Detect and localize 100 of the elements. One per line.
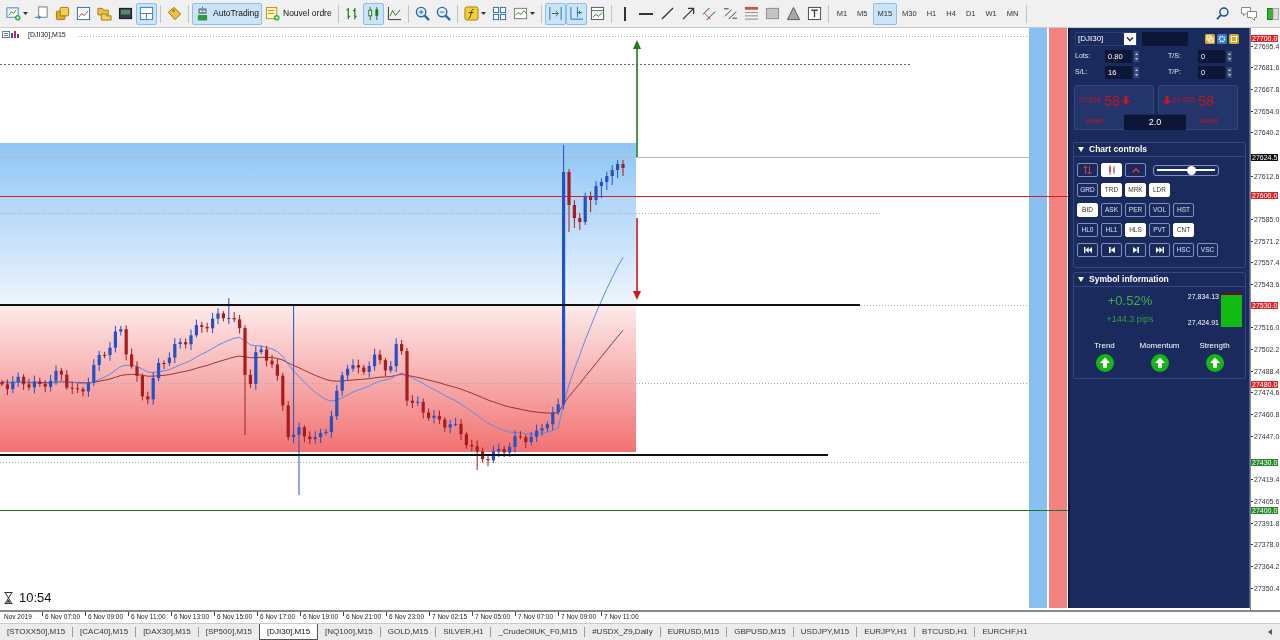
spinner-icon[interactable] [1134,51,1139,62]
channel-icon[interactable] [701,6,717,21]
gear-icon[interactable] [1217,34,1227,44]
trend-line-icon[interactable] [660,7,674,20]
line-chart-icon[interactable] [386,6,402,21]
chart-tab[interactable]: [NQ100],M15 [318,624,380,640]
chevron-button[interactable] [1125,163,1146,177]
arrow-down-icon [1163,96,1171,105]
window-chart-icon[interactable] [589,6,605,21]
section-header[interactable]: Symbol information [1074,273,1245,287]
bar-chart-icon [11,31,19,38]
rectangle-icon[interactable] [764,6,780,21]
step-forward-button[interactable] [1125,243,1146,257]
arrows-button[interactable] [1077,163,1098,177]
skip-back-icon [1083,247,1092,253]
chart-tab[interactable]: SILVER,H1 [436,624,491,640]
symbol-dropdown[interactable]: [DJI30] [1075,32,1137,46]
folders-icon[interactable] [97,6,112,21]
terminal-window-icon[interactable] [118,6,133,21]
chart-tab[interactable]: BTCUSD,H1 [915,624,975,640]
candlestick-icon [365,6,381,21]
window-panes-icon [139,6,154,21]
zoom-in-icon[interactable] [414,6,430,21]
text-field[interactable] [1142,32,1188,46]
caret-icon[interactable] [480,12,486,15]
chart-tab[interactable]: EURCHF,H1 [975,624,1035,640]
new-order-button[interactable]: Nouvel ordre [262,2,335,25]
triangle-icon[interactable] [785,6,801,21]
chart-window-icon[interactable] [76,6,91,21]
tag-icon[interactable] [167,6,182,21]
horizontal-levels-icon[interactable] [743,6,759,21]
chat-icon[interactable] [1241,6,1257,21]
parallel-lines-icon[interactable] [722,6,738,21]
chart-tab[interactable]: _CrudeOilUK_F0,M15 [491,624,585,640]
window-panes-button[interactable] [136,2,157,25]
vertical-line-icon[interactable] [624,6,627,21]
chart-tab[interactable]: [DAX30],M15 [136,624,198,640]
stacked-squares-icon[interactable] [55,6,70,21]
volume-field[interactable]: 2.0 [1124,115,1186,130]
document-arrow-icon[interactable] [34,6,49,21]
horizontal-line-icon[interactable] [639,12,654,15]
skip-forward-icon [1155,247,1164,253]
chevron-up-icon [1131,167,1140,173]
square-icon[interactable] [1229,34,1239,44]
change-percent: +0.52% [1107,293,1153,308]
hourglass-icon [4,592,13,604]
chart-tab[interactable]: [SP500],M15 [198,624,259,640]
chart-tab[interactable]: [STOXX50],M15 [0,624,73,640]
auto-scroll-icon [547,6,563,21]
template-icon[interactable] [512,6,528,21]
candles-button[interactable] [1101,163,1122,177]
function-icon[interactable] [463,6,479,21]
chevron-down-icon [1124,33,1136,45]
robot-icon [195,6,210,21]
caret-icon[interactable] [529,12,535,15]
chart-shift-icon [568,6,584,21]
bar-chart-icon[interactable] [344,6,360,21]
arrow-left-icon[interactable] [1268,629,1272,635]
chart-tab[interactable]: GBPUSD,M15 [727,624,793,640]
caret-icon[interactable] [23,12,28,15]
skip-forward-button[interactable] [1149,243,1170,257]
indicator-label: Momentum [1139,341,1180,350]
chart-tab[interactable]: [CAC40],M15 [73,624,136,640]
tile-windows-icon[interactable] [491,6,507,21]
step-back-button[interactable] [1101,243,1122,257]
arrow-down-icon [1121,96,1130,105]
chart-tab[interactable]: EURJPY,H1 [857,624,915,640]
caret-down-icon [1078,277,1084,282]
auto-scroll-button[interactable] [544,2,566,25]
zoom-out-icon[interactable] [435,6,451,21]
clock-time: 10:54 [19,591,52,605]
slider-thumb[interactable] [1186,165,1196,175]
spinner-icon[interactable] [1134,67,1139,78]
arrows-icon [1083,165,1092,175]
document-plus-icon [265,6,280,21]
chart-tab[interactable]: GOLD,M15 [380,624,436,640]
step-forward-icon [1132,247,1139,253]
caret-down-icon [1078,147,1084,152]
spinner-icon[interactable] [1227,67,1232,78]
indicator-label: Trend [1094,341,1115,350]
range-bar-icon [1221,293,1242,327]
indicator-label: Strength [1199,341,1230,350]
text-box-icon[interactable] [806,6,822,21]
candles-icon [1107,165,1116,175]
auto-trading-button[interactable]: AutoTrading [192,2,262,25]
chart-shift-button[interactable] [565,2,587,25]
search-icon[interactable] [1216,7,1229,20]
section-header[interactable]: Chart controls [1074,143,1245,157]
step-back-icon [1108,247,1115,253]
copy-icon[interactable] [1205,34,1215,44]
chart-tab[interactable]: USDJPY,M15 [793,624,857,640]
chart-tab[interactable]: [DJI30],M15 [258,624,319,640]
chart-tab[interactable]: #USDX_Z9,Daily [585,624,660,640]
zoom-slider[interactable] [1153,164,1219,176]
arrow-icon[interactable] [681,7,695,20]
spinner-icon[interactable] [1227,51,1232,62]
candlestick-button[interactable] [362,2,384,25]
split-bar-icon[interactable] [1267,7,1279,20]
chart-tab[interactable]: EURUSD,M15 [660,624,727,640]
skip-back-button[interactable] [1077,243,1098,257]
